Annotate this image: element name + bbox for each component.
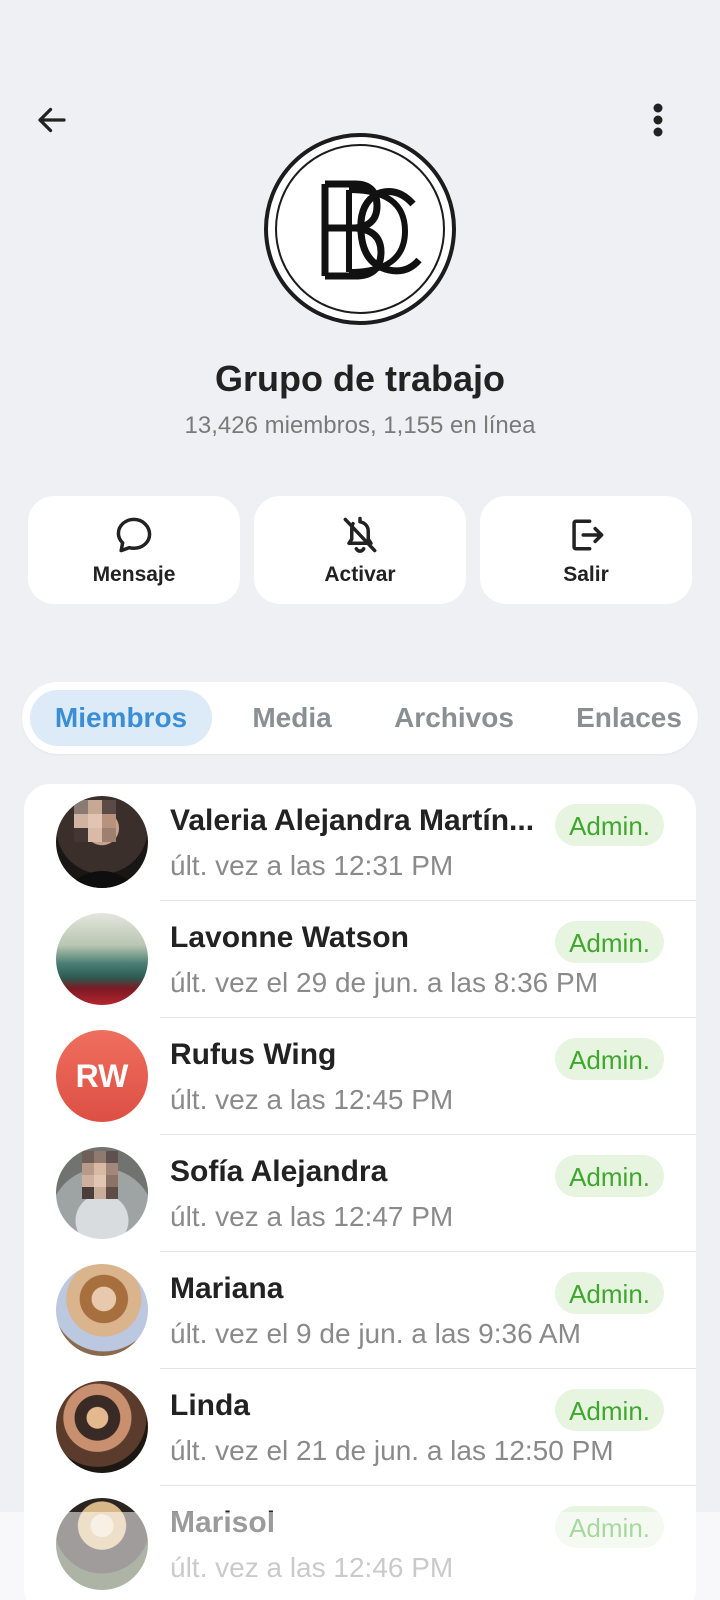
avatar: [56, 1381, 148, 1473]
admin-badge: Admin.: [555, 804, 664, 846]
tab-members[interactable]: Miembros: [30, 690, 212, 746]
unmute-button[interactable]: Activar: [254, 496, 466, 604]
list-item[interactable]: Sofía Alejandra últ. vez a las 12:47 PM …: [24, 1135, 696, 1252]
list-item[interactable]: Marisol últ. vez a las 12:46 PM Admin.: [24, 1486, 696, 1600]
list-item[interactable]: Lavonne Watson últ. vez el 29 de jun. a …: [24, 901, 696, 1018]
message-button-label: Mensaje: [92, 563, 176, 586]
tab-media[interactable]: Media: [230, 690, 354, 746]
avatar: [56, 913, 148, 1005]
message-button[interactable]: Mensaje: [28, 496, 240, 604]
unmute-button-label: Activar: [324, 563, 396, 586]
bdc-logo-monogram: [321, 180, 422, 280]
member-name: Mariana: [170, 1272, 284, 1305]
back-button[interactable]: [30, 98, 74, 142]
group-member-count: 13,426 miembros, 1,155 en línea: [184, 412, 536, 439]
avatar: [56, 1147, 148, 1239]
avatar: RW: [56, 1030, 148, 1122]
tab-links[interactable]: Enlaces: [554, 690, 698, 746]
tab-files[interactable]: Archivos: [372, 690, 536, 746]
list-item[interactable]: RW Rufus Wing últ. vez a las 12:45 PM Ad…: [24, 1018, 696, 1135]
member-last-seen: últ. vez el 29 de jun. a las 8:36 PM: [170, 967, 599, 998]
arrow-left-icon: [38, 107, 66, 133]
group-title: Grupo de trabajo: [214, 358, 506, 399]
tab-bar: Miembros Media Archivos Enlaces: [22, 682, 698, 754]
leave-button-label: Salir: [563, 563, 609, 586]
admin-badge: Admin.: [555, 1389, 664, 1431]
list-item[interactable]: Mariana últ. vez el 9 de jun. a las 9:36…: [24, 1252, 696, 1369]
action-buttons: Mensaje Activar Salir: [28, 496, 692, 604]
member-name: Marisol: [170, 1506, 276, 1539]
member-name: Linda: [170, 1389, 250, 1422]
group-avatar[interactable]: [264, 133, 456, 325]
admin-badge: Admin.: [555, 1506, 664, 1548]
bell-off-icon: [343, 516, 377, 553]
member-name: Lavonne Watson: [170, 921, 409, 954]
avatar: [56, 796, 148, 888]
member-name: Sofía Alejandra: [170, 1155, 388, 1188]
member-last-seen: últ. vez el 9 de jun. a las 9:36 AM: [170, 1318, 581, 1349]
admin-badge: Admin.: [555, 921, 664, 963]
leave-button[interactable]: Salir: [480, 496, 692, 604]
member-last-seen: últ. vez a las 12:46 PM: [170, 1552, 454, 1583]
admin-badge: Admin.: [555, 1272, 664, 1314]
member-last-seen: últ. vez el 21 de jun. a las 12:50 PM: [170, 1435, 614, 1466]
member-last-seen: últ. vez a las 12:45 PM: [170, 1084, 454, 1115]
avatar: [56, 1498, 148, 1590]
list-item[interactable]: Linda últ. vez el 21 de jun. a las 12:50…: [24, 1369, 696, 1486]
members-list: Valeria Alejandra Martín... últ. vez a l…: [24, 784, 696, 1600]
admin-badge: Admin.: [555, 1038, 664, 1080]
member-name: Valeria Alejandra Martín...: [170, 804, 535, 837]
member-name: Rufus Wing: [170, 1038, 337, 1071]
member-last-seen: últ. vez a las 12:31 PM: [170, 850, 454, 881]
member-last-seen: últ. vez a las 12:47 PM: [170, 1201, 454, 1232]
exit-icon: [572, 519, 604, 551]
chat-bubble-icon: [116, 517, 152, 553]
more-vertical-icon: [653, 103, 663, 137]
list-item[interactable]: Valeria Alejandra Martín... últ. vez a l…: [24, 784, 696, 901]
more-options-button[interactable]: [636, 98, 680, 142]
bdc-logo: [275, 144, 445, 314]
admin-badge: Admin.: [555, 1155, 664, 1197]
avatar: [56, 1264, 148, 1356]
